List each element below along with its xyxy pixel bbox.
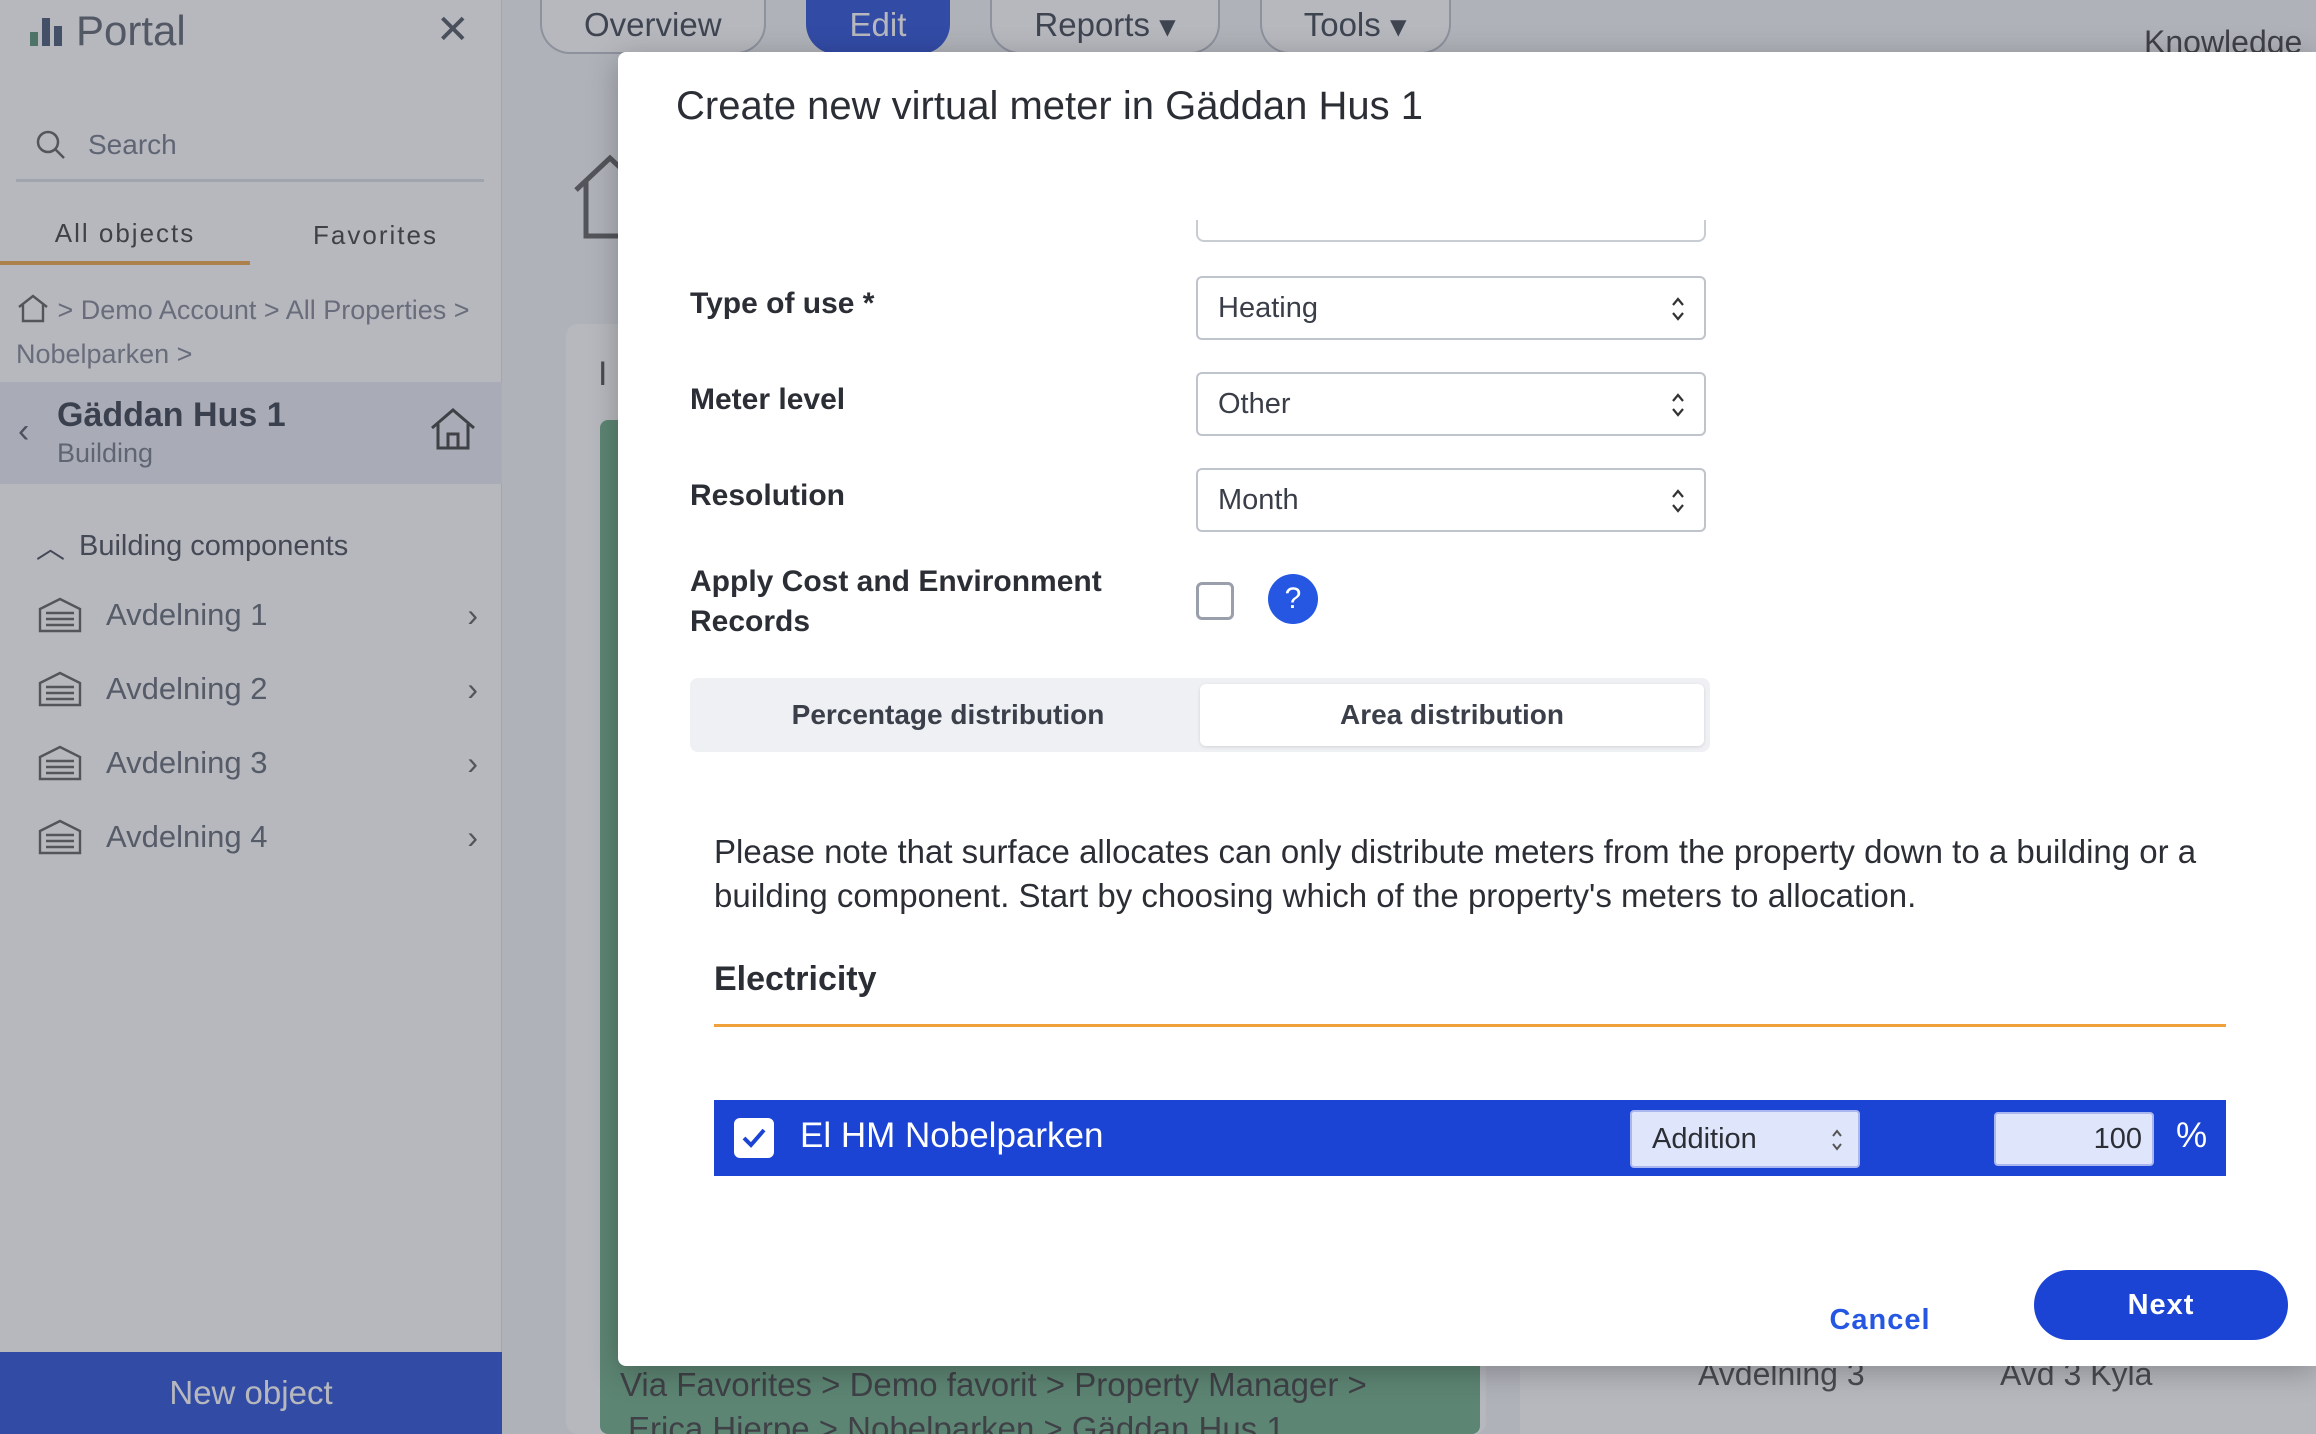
meter-operation-value: Addition [1652,1122,1757,1155]
meter-level-value: Other [1218,387,1291,420]
type-of-use-select[interactable]: Heating [1196,276,1706,340]
meter-unit: % [2176,1116,2208,1155]
select-arrows-icon [1672,393,1684,417]
meter-level-select[interactable]: Other [1196,372,1706,436]
help-icon[interactable]: ? [1268,574,1318,624]
cancel-button[interactable]: Cancel [1790,1286,1970,1354]
distribution-segmented-control: Percentage distribution Area distributio… [690,678,1710,752]
meter-percentage-input[interactable]: 100 [1994,1112,2154,1166]
checkmark-icon [742,1128,766,1148]
section-electricity: Electricity [714,960,877,998]
select-arrows-icon [1832,1129,1842,1151]
apply-cost-checkbox[interactable] [1196,582,1234,620]
meter-row[interactable]: El HM Nobelparken Addition 100 % [714,1100,2226,1176]
type-of-use-value: Heating [1218,291,1318,324]
percentage-distribution-tab[interactable]: Percentage distribution [696,684,1200,746]
dialog-title: Create new virtual meter in Gäddan Hus 1 [676,84,1424,128]
type-of-use-label: Type of use * [690,287,875,320]
scrolled-field[interactable] [1196,220,1706,242]
allocation-note: Please note that surface allocates can o… [714,833,2197,914]
area-distribution-tab[interactable]: Area distribution [1200,684,1704,746]
meter-name: El HM Nobelparken [800,1116,1104,1155]
meter-operation-select[interactable]: Addition [1630,1110,1860,1168]
resolution-label: Resolution [690,479,845,512]
resolution-select[interactable]: Month [1196,468,1706,532]
select-arrows-icon [1672,297,1684,321]
apply-cost-label: Apply Cost and Environment Records [690,565,1102,638]
next-button[interactable]: Next [2034,1270,2288,1340]
meter-level-label: Meter level [690,383,846,416]
create-virtual-meter-dialog: Create new virtual meter in Gäddan Hus 1… [618,52,2316,1366]
meter-checkbox[interactable] [734,1118,774,1158]
select-arrows-icon [1672,489,1684,513]
resolution-value: Month [1218,483,1299,516]
section-divider [714,1024,2226,1027]
